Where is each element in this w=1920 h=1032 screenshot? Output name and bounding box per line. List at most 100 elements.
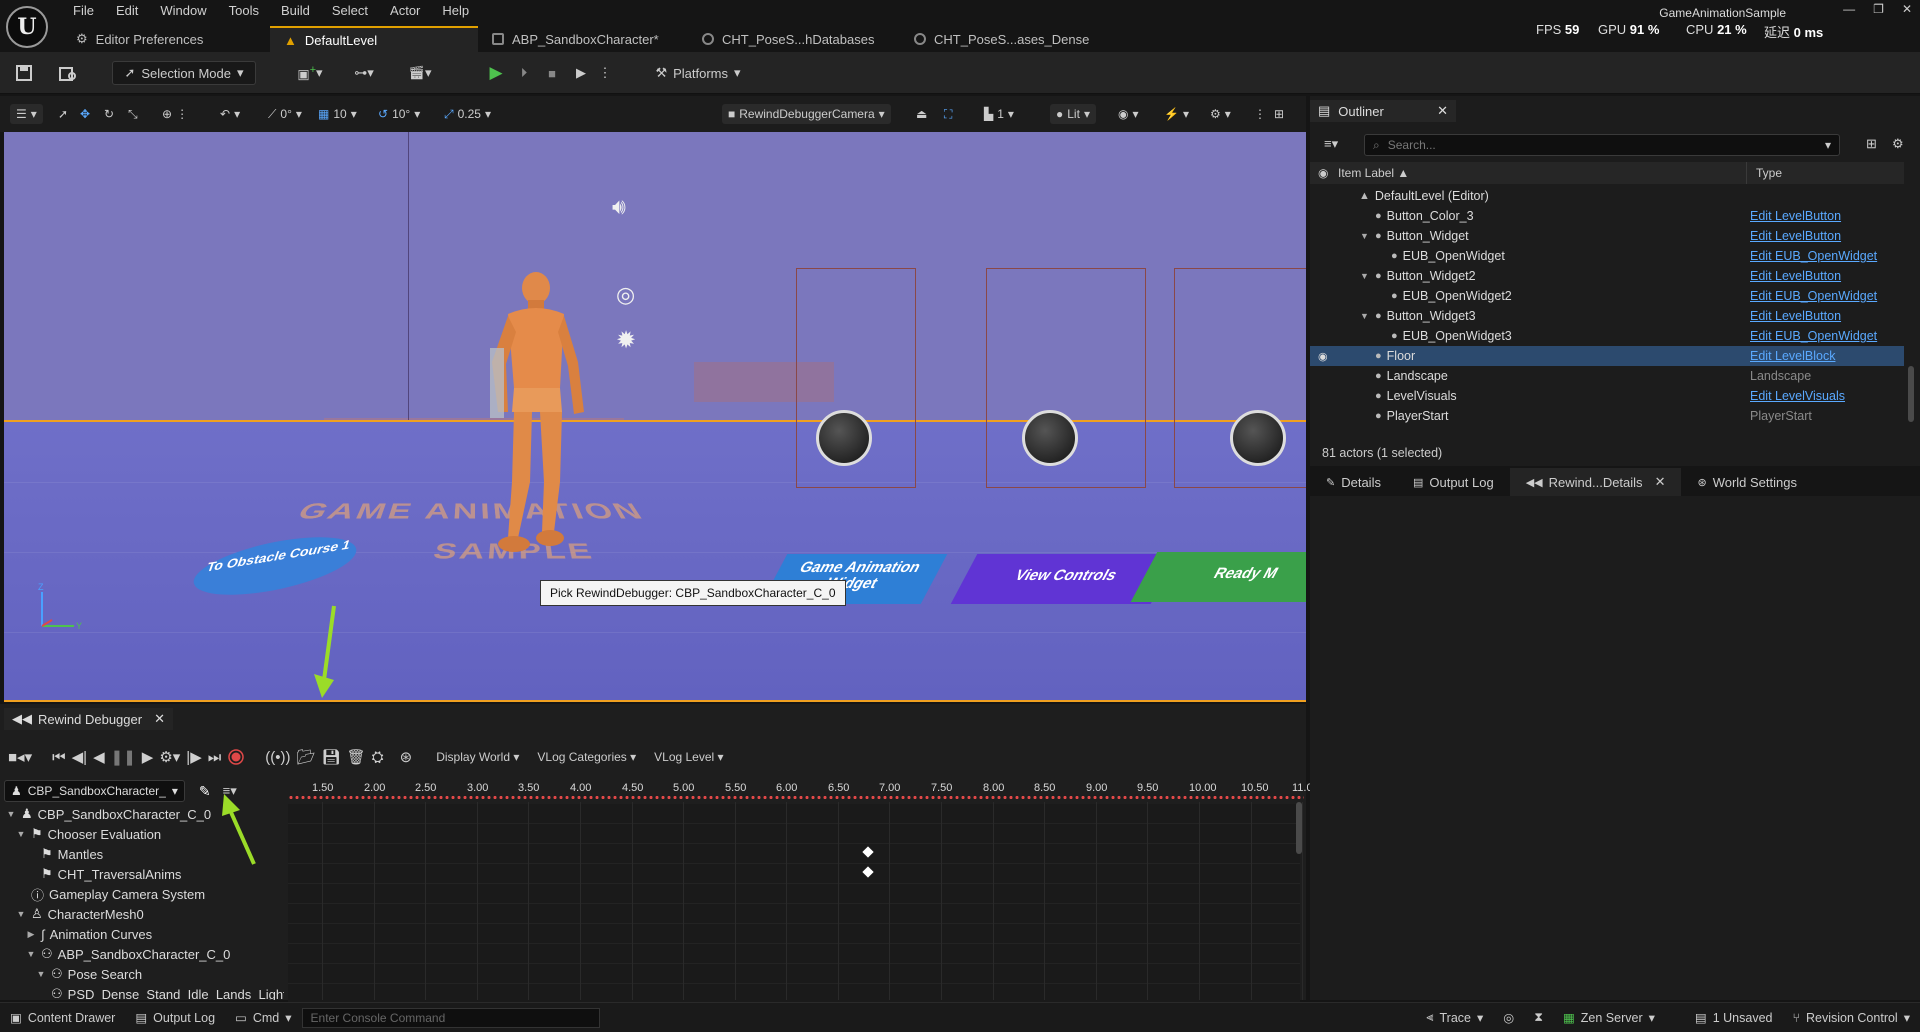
- timeline-track-row[interactable]: [288, 944, 1300, 964]
- pilot-camera-button[interactable]: ⛶: [944, 104, 952, 124]
- expand-toggle-icon[interactable]: ▼: [16, 909, 26, 919]
- outliner-row[interactable]: ● EUB_OpenWidget2 Edit EUB_OpenWidget: [1310, 286, 1904, 306]
- outliner-row[interactable]: ● Landscape Landscape: [1310, 366, 1904, 386]
- edit-type-link[interactable]: Edit LevelButton: [1750, 309, 1841, 323]
- cinematics-button[interactable]: 🎬︎ ▾: [402, 61, 438, 85]
- outliner-row[interactable]: ● EUB_OpenWidget Edit EUB_OpenWidget: [1310, 246, 1904, 266]
- close-icon[interactable]: ✕: [1655, 474, 1666, 490]
- unsaved-button[interactable]: ▤ 1 Unsaved: [1685, 1010, 1783, 1026]
- outliner-row[interactable]: ◉ ● Floor Edit LevelBlock: [1310, 346, 1904, 366]
- expand-toggle-icon[interactable]: ▼: [36, 969, 46, 979]
- performance-button[interactable]: ⚡ ▾: [1164, 104, 1189, 124]
- menu-tools[interactable]: Tools: [218, 2, 270, 22]
- viewport-options-button[interactable]: ☰ ▾: [10, 104, 43, 124]
- tab-cht-pose-databases[interactable]: CHT_PoseS...hDatabases: [688, 26, 900, 52]
- viewport-settings-button[interactable]: ⚙ ▾: [1210, 104, 1231, 124]
- level-viewport[interactable]: 🔊︎ ◎ ✹ GAME ANIMATION SAMPLE To Obstacle…: [4, 132, 1306, 702]
- world-local-toggle[interactable]: ⊕ ⋮: [162, 104, 188, 124]
- details-tab[interactable]: ▤ Output Log: [1397, 468, 1510, 496]
- pause-icon[interactable]: ❚❚: [111, 748, 136, 766]
- tab-abp-sandbox-character[interactable]: ABP_SandboxCharacter*: [478, 26, 688, 52]
- scale-tool[interactable]: ⤡: [128, 104, 138, 124]
- add-actor-button[interactable]: ▣+ ▾: [292, 61, 328, 85]
- outliner-row[interactable]: ▼ ● Button_Widget Edit LevelButton: [1310, 226, 1904, 246]
- scale-snap-button[interactable]: ⤢ 0.25 ▾: [444, 104, 491, 124]
- type-column[interactable]: Type: [1756, 166, 1782, 180]
- details-tab[interactable]: ✎ Details: [1310, 468, 1397, 496]
- menu-actor[interactable]: Actor: [379, 2, 431, 22]
- edit-type-link[interactable]: Edit EUB_OpenWidget: [1750, 249, 1877, 263]
- timeline-track-row[interactable]: [288, 904, 1300, 924]
- eject-button[interactable]: ▶︎: [570, 61, 592, 85]
- step-forward-frame-icon[interactable]: |▶: [186, 748, 201, 766]
- eye-icon[interactable]: ◉: [1318, 350, 1328, 363]
- timeline-track-row[interactable]: [288, 804, 1300, 824]
- edit-type-link[interactable]: Edit LevelButton: [1750, 209, 1841, 223]
- timeline-track-row[interactable]: [288, 864, 1300, 884]
- menu-select[interactable]: Select: [321, 2, 379, 22]
- select-tool[interactable]: ➚: [58, 104, 68, 124]
- timeline-track-row[interactable]: [288, 844, 1300, 864]
- track-tree-row[interactable]: ⓘ Gameplay Camera System: [0, 884, 284, 904]
- expand-toggle-icon[interactable]: ▶: [26, 929, 36, 940]
- expand-toggle-icon[interactable]: ▼: [1360, 311, 1370, 321]
- content-drawer-button[interactable]: ▣ Content Drawer: [0, 1010, 125, 1026]
- open-folder-icon[interactable]: 📂︎: [296, 748, 315, 766]
- revision-control-dropdown[interactable]: ⑂ Revision Control ▾: [1782, 1010, 1920, 1026]
- edit-type-link[interactable]: Edit LevelVisuals: [1750, 389, 1845, 403]
- directional-light-icon[interactable]: ✹: [616, 326, 636, 355]
- visibility-column-icon[interactable]: ◉: [1318, 166, 1328, 180]
- record-button[interactable]: [227, 748, 245, 766]
- derived-data-icon[interactable]: ⧗: [1524, 1010, 1553, 1025]
- outliner-filter-button[interactable]: ≡▾: [1324, 136, 1338, 152]
- stop-button[interactable]: ■: [542, 61, 562, 85]
- viewport-more-button[interactable]: ⋮: [1254, 104, 1266, 124]
- rotate-tool[interactable]: ↻: [104, 104, 114, 124]
- timeline[interactable]: 1.50 2.00 2.50 3.00 3.50 4.00 4.50 5.00 5.50 6.00…: [288, 780, 1313, 1004]
- delete-icon[interactable]: 🗑︎: [347, 748, 366, 766]
- tab-cht-pose-dense[interactable]: CHT_PoseS...ases_Dense: [900, 26, 1112, 52]
- view-mode-dropdown[interactable]: ● Lit ▾: [1050, 104, 1096, 124]
- track-tree-row[interactable]: ▼ ⚇ Pose Search: [0, 964, 284, 984]
- expand-toggle-icon[interactable]: ▼: [16, 829, 26, 839]
- blueprint-button[interactable]: ⊶ ▾: [346, 61, 382, 85]
- outliner-row[interactable]: ▲ DefaultLevel (Editor): [1310, 186, 1904, 206]
- sky-light-icon[interactable]: ◎: [616, 282, 635, 308]
- screenshot-icon[interactable]: ⛭: [372, 749, 384, 766]
- menu-file[interactable]: File: [62, 2, 105, 22]
- play-options-button[interactable]: ⋮: [598, 61, 612, 85]
- menu-build[interactable]: Build: [270, 2, 321, 22]
- vlog-level-dropdown[interactable]: VLog Level ▾: [654, 750, 723, 764]
- restore-icon[interactable]: ❐: [1873, 2, 1884, 16]
- actor-selector-dropdown[interactable]: ♟ CBP_SandboxCharacter_ ▾: [4, 780, 185, 802]
- translate-tool[interactable]: ✥: [80, 104, 90, 124]
- tab-editor-preferences[interactable]: ⚙ Editor Preferences: [62, 26, 270, 52]
- expand-toggle-icon[interactable]: ▼: [1360, 231, 1370, 241]
- edit-type-link[interactable]: Edit LevelBlock: [1750, 349, 1835, 363]
- rewind-debugger-tab[interactable]: ◀◀ Rewind Debugger ✕: [4, 708, 173, 730]
- button-widget-sphere[interactable]: [816, 410, 872, 466]
- tab-default-level[interactable]: ▲ DefaultLevel: [270, 26, 478, 52]
- world-icon[interactable]: ⊛: [400, 748, 413, 766]
- timeline-track-row[interactable]: [288, 984, 1300, 1004]
- menu-help[interactable]: Help: [431, 2, 480, 22]
- grid-snap-button[interactable]: ▦ 10 ▾: [318, 104, 357, 124]
- play-button[interactable]: ▶: [486, 61, 506, 85]
- outliner-row[interactable]: ● EUB_OpenWidget3 Edit EUB_OpenWidget: [1310, 326, 1904, 346]
- angle-snap-button[interactable]: ↺ 10° ▾: [378, 104, 420, 124]
- unreal-logo[interactable]: U: [6, 6, 48, 48]
- close-icon[interactable]: ✕: [1902, 2, 1912, 16]
- console-input[interactable]: Enter Console Command: [301, 1007, 600, 1028]
- camera-mode-button[interactable]: ■◂▾: [8, 748, 32, 766]
- trace-dropdown[interactable]: ⫷ Trace ▾: [1416, 1010, 1493, 1025]
- layout-button[interactable]: ⊞: [1274, 104, 1284, 124]
- expand-toggle-icon[interactable]: ▼: [1360, 271, 1370, 281]
- track-tree-row[interactable]: ▼ ♙ CharacterMesh0: [0, 904, 284, 924]
- item-label-column[interactable]: Item Label ▲: [1338, 166, 1409, 180]
- timeline-track-row[interactable]: [288, 924, 1300, 944]
- trace-live-icon[interactable]: ((•)): [265, 749, 290, 766]
- close-icon[interactable]: ✕: [1437, 103, 1448, 119]
- sandbox-character[interactable]: [474, 262, 614, 562]
- zen-server-dropdown[interactable]: ▦ Zen Server ▾: [1553, 1010, 1665, 1026]
- expand-toggle-icon[interactable]: ▼: [6, 809, 16, 819]
